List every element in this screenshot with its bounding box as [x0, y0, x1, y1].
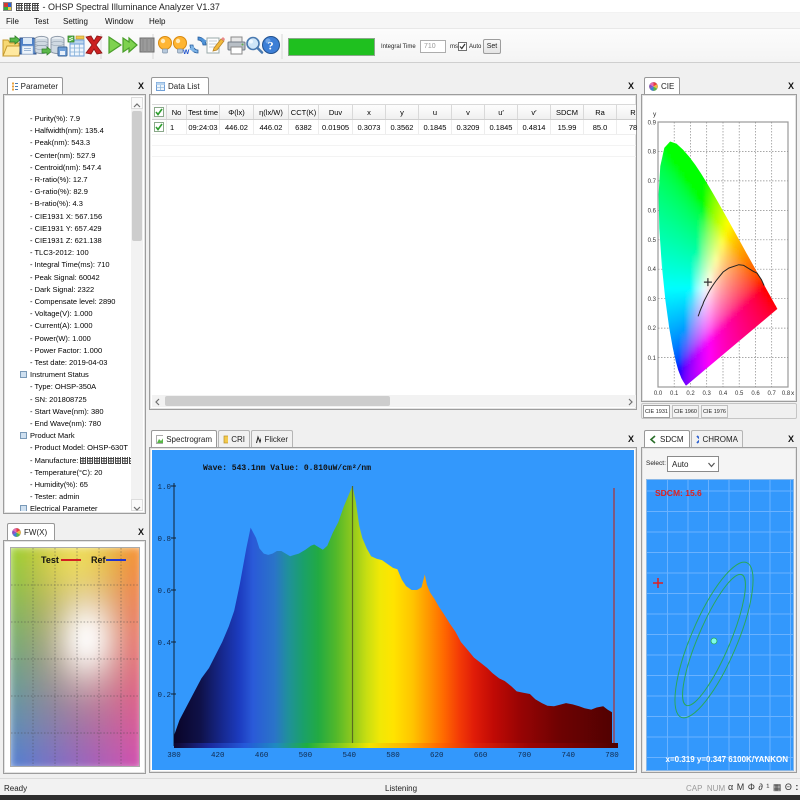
svg-text:780: 780 — [605, 752, 619, 760]
svg-text:0.4: 0.4 — [719, 391, 728, 397]
svg-text:580: 580 — [386, 752, 400, 760]
svg-text:Wave: 543.1nm Value: 0.810uW/c: Wave: 543.1nm Value: 0.810uW/cm²/nm — [203, 464, 371, 473]
svg-text:x: x — [791, 390, 795, 397]
svg-text:460: 460 — [255, 752, 269, 760]
svg-text:Test: Test — [41, 555, 59, 565]
svg-text:SDCM: 15.6: SDCM: 15.6 — [655, 488, 702, 498]
svg-text:x=0.319 y=0.347 6100K/YANKON: x=0.319 y=0.347 6100K/YANKON — [666, 755, 789, 764]
svg-text:540: 540 — [342, 752, 356, 760]
svg-text:620: 620 — [430, 752, 444, 760]
svg-text:0.6: 0.6 — [751, 391, 760, 397]
svg-text:0.4: 0.4 — [157, 640, 171, 648]
svg-text:500: 500 — [299, 752, 313, 760]
svg-text:0.1: 0.1 — [670, 391, 679, 397]
svg-text:740: 740 — [561, 752, 575, 760]
svg-text:0.5: 0.5 — [735, 391, 744, 397]
svg-text:0.8: 0.8 — [782, 391, 791, 397]
svg-text:1.0: 1.0 — [157, 484, 171, 492]
svg-text:0.6: 0.6 — [157, 588, 171, 596]
svg-text:0.8: 0.8 — [648, 150, 657, 156]
svg-text:0.8: 0.8 — [157, 536, 171, 544]
svg-text:0.2: 0.2 — [648, 326, 657, 332]
svg-text:380: 380 — [167, 752, 181, 760]
svg-text:420: 420 — [211, 752, 225, 760]
svg-text:0.3: 0.3 — [648, 297, 657, 303]
svg-text:0.0: 0.0 — [654, 391, 663, 397]
svg-text:0.5: 0.5 — [648, 238, 657, 244]
svg-text:?: ? — [268, 39, 274, 53]
svg-text:0.3: 0.3 — [703, 391, 712, 397]
svg-text:660: 660 — [474, 752, 488, 760]
svg-text:0.2: 0.2 — [686, 391, 695, 397]
svg-text:0.9: 0.9 — [648, 121, 657, 127]
svg-text:Ref: Ref — [91, 555, 107, 565]
svg-text:0.1: 0.1 — [648, 356, 657, 362]
svg-text:700: 700 — [518, 752, 532, 760]
svg-text:0.7: 0.7 — [648, 179, 657, 185]
svg-text:0.4: 0.4 — [648, 267, 657, 273]
svg-text:w: w — [182, 47, 190, 56]
svg-text:0.2: 0.2 — [157, 692, 171, 700]
svg-text:0.6: 0.6 — [648, 209, 657, 215]
svg-text:0.7: 0.7 — [768, 391, 777, 397]
svg-text:y: y — [653, 111, 657, 118]
